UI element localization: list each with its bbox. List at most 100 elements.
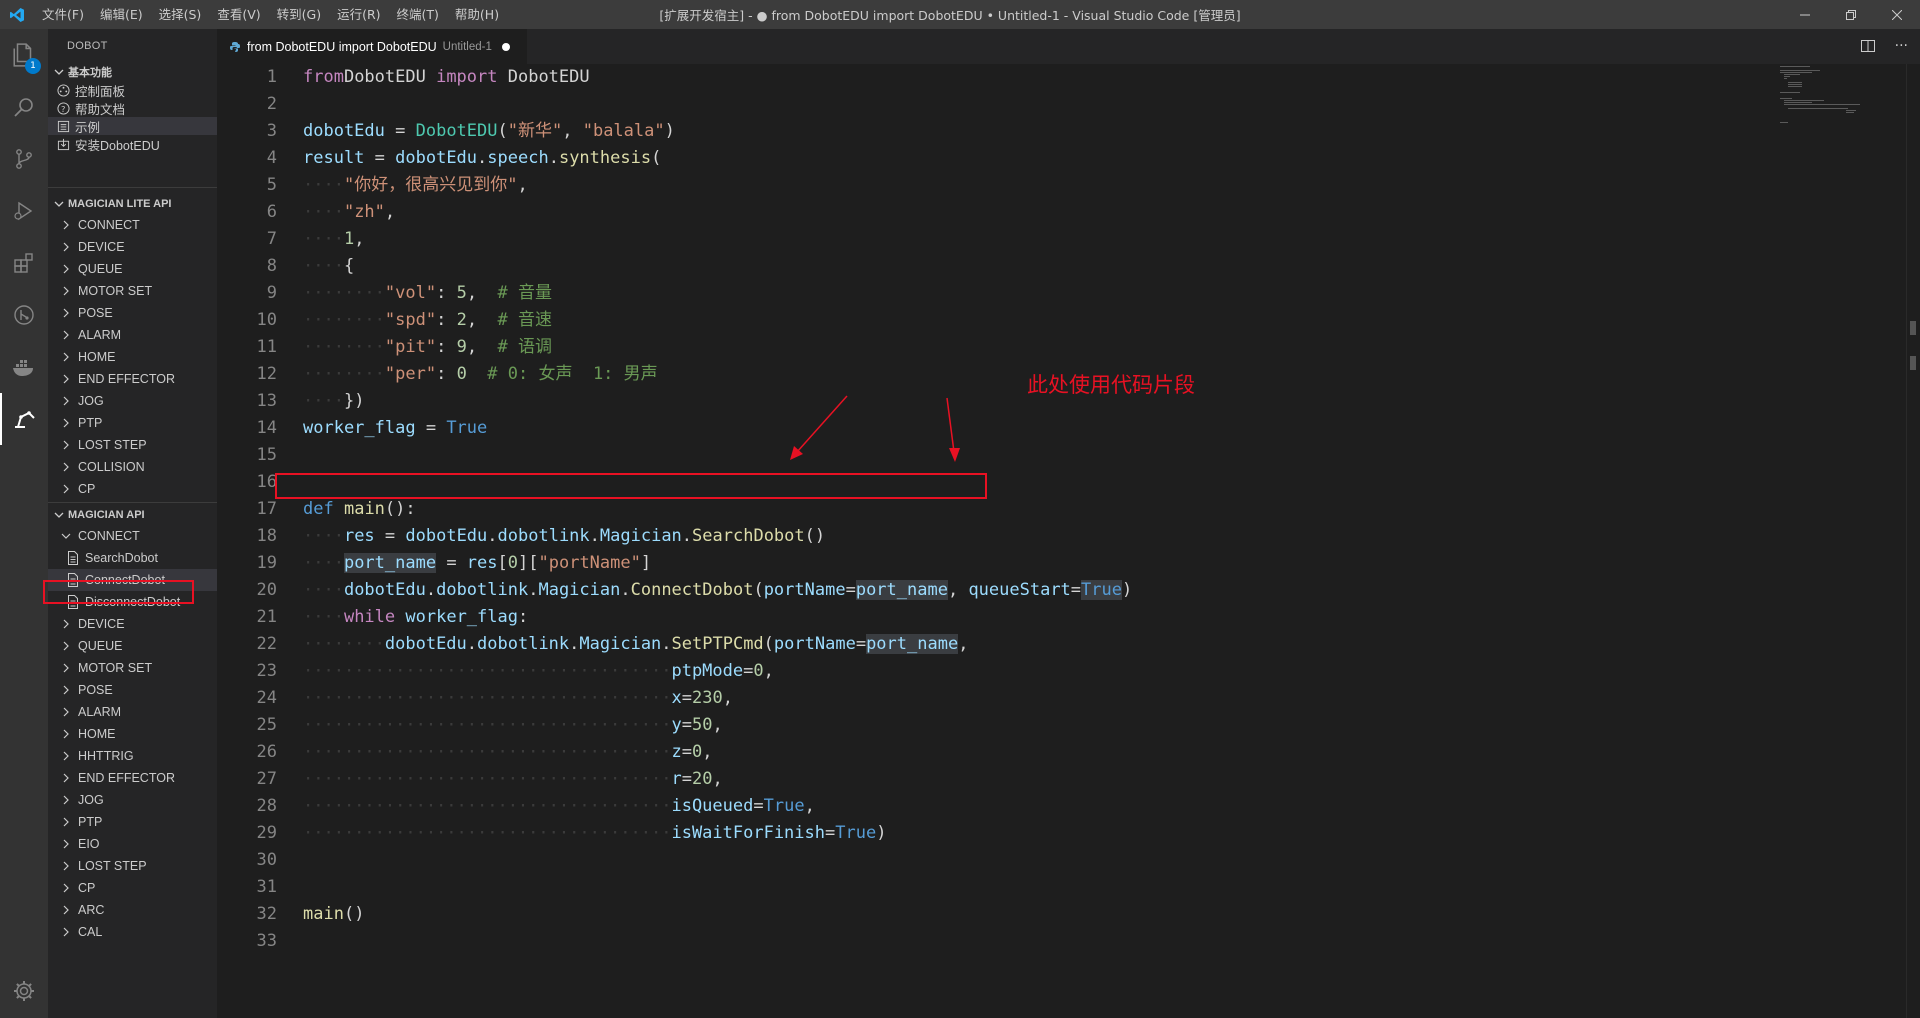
menu-item[interactable]: 选择(S) bbox=[151, 0, 210, 29]
vertical-scrollbar[interactable] bbox=[1906, 64, 1920, 1018]
code-line[interactable]: ····································isQu… bbox=[303, 793, 1780, 820]
menu-item[interactable]: 文件(F) bbox=[34, 0, 92, 29]
code-token: ···································· bbox=[303, 742, 672, 762]
magician-api-item[interactable]: ARC bbox=[48, 899, 217, 921]
code-token: : bbox=[517, 607, 529, 627]
more-actions-icon[interactable]: ··· bbox=[1895, 38, 1908, 54]
code-line[interactable]: ····································x=23… bbox=[303, 685, 1780, 712]
menu-item[interactable]: 帮助(H) bbox=[447, 0, 507, 29]
split-editor-icon[interactable] bbox=[1860, 38, 1876, 58]
basic-item[interactable]: 示例 bbox=[48, 117, 217, 135]
magician-api-item[interactable]: CAL bbox=[48, 921, 217, 943]
basic-item[interactable]: ? 帮助文档 bbox=[48, 99, 217, 117]
lite-api-item[interactable]: DEVICE bbox=[48, 236, 217, 258]
magician-api-item[interactable]: END EFFECTOR bbox=[48, 767, 217, 789]
line-number: 32 bbox=[256, 904, 277, 924]
editor-tab[interactable]: from DobotEDU import DobotEDU Untitled-1 bbox=[217, 29, 527, 64]
lite-api-item[interactable]: CP bbox=[48, 478, 217, 500]
basic-item[interactable]: 控制面板 bbox=[48, 81, 217, 99]
section-header-basic[interactable]: 基本功能 bbox=[48, 63, 217, 81]
section-header-magician-api[interactable]: MAGICIAN API bbox=[48, 505, 217, 525]
magician-api-item[interactable]: DEVICE bbox=[48, 613, 217, 635]
close-button[interactable] bbox=[1874, 0, 1920, 29]
search-icon[interactable] bbox=[0, 81, 48, 133]
lite-api-item[interactable]: JOG bbox=[48, 390, 217, 412]
section-header-magician-lite-api[interactable]: MAGICIAN LITE API bbox=[48, 194, 217, 214]
magician-api-item[interactable]: EIO bbox=[48, 833, 217, 855]
tree-item-label: LOST STEP bbox=[78, 859, 147, 873]
restore-button[interactable] bbox=[1828, 0, 1874, 29]
code-line[interactable]: ····································ptpM… bbox=[303, 658, 1780, 685]
magician-api-item[interactable]: JOG bbox=[48, 789, 217, 811]
minimize-button[interactable] bbox=[1782, 0, 1828, 29]
lite-api-item[interactable]: COLLISION bbox=[48, 456, 217, 478]
line-number: 31 bbox=[256, 877, 277, 897]
magician-api-item[interactable]: POSE bbox=[48, 679, 217, 701]
snippet-item[interactable]: SearchDobot bbox=[48, 547, 217, 569]
menu-item[interactable]: 编辑(E) bbox=[92, 0, 151, 29]
magician-api-item[interactable]: HOME bbox=[48, 723, 217, 745]
tab-filename: Untitled-1 bbox=[442, 40, 492, 53]
code-line[interactable]: ····································r=20… bbox=[303, 766, 1780, 793]
lite-api-item[interactable]: POSE bbox=[48, 302, 217, 324]
minimap[interactable] bbox=[1780, 64, 1900, 264]
list-icon bbox=[56, 119, 70, 133]
code-line[interactable]: ····································z=0, bbox=[303, 739, 1780, 766]
code-line[interactable]: ····while worker_flag: bbox=[303, 604, 1780, 631]
lite-api-item[interactable]: ALARM bbox=[48, 324, 217, 346]
code-token: ···································· bbox=[303, 715, 672, 735]
lite-api-item[interactable]: HOME bbox=[48, 346, 217, 368]
line-number: 26 bbox=[256, 742, 277, 762]
magician-api-item[interactable]: ALARM bbox=[48, 701, 217, 723]
code-line[interactable] bbox=[303, 874, 1780, 901]
source-control-icon[interactable] bbox=[0, 133, 48, 185]
code-token: = bbox=[825, 823, 836, 843]
magician-api-item[interactable]: QUEUE bbox=[48, 635, 217, 657]
chevron-right-icon bbox=[60, 242, 72, 252]
menu-item[interactable]: 终端(T) bbox=[389, 0, 447, 29]
magician-api-item[interactable]: MOTOR SET bbox=[48, 657, 217, 679]
docker-icon[interactable] bbox=[0, 341, 48, 393]
lite-api-item[interactable]: CONNECT bbox=[48, 214, 217, 236]
magician-api-item[interactable]: PTP bbox=[48, 811, 217, 833]
code-token: . bbox=[425, 580, 437, 600]
chevron-right-icon bbox=[60, 729, 72, 739]
git-graph-icon[interactable] bbox=[0, 289, 48, 341]
settings-gear-icon[interactable] bbox=[0, 965, 48, 1017]
tree-item-label: HOME bbox=[78, 350, 116, 364]
basic-item[interactable]: 安装DobotEDU bbox=[48, 135, 217, 153]
lite-api-item[interactable]: LOST STEP bbox=[48, 434, 217, 456]
magician-api-item-connect[interactable]: CONNECT bbox=[48, 525, 217, 547]
lite-api-item[interactable]: MOTOR SET bbox=[48, 280, 217, 302]
files-icon[interactable]: 1 bbox=[0, 29, 48, 81]
chevron-right-icon bbox=[60, 484, 72, 494]
code-line[interactable]: ········dobotEdu.dobotlink.Magician.SetP… bbox=[303, 631, 1780, 658]
run-debug-icon[interactable] bbox=[0, 185, 48, 237]
lite-api-item[interactable]: PTP bbox=[48, 412, 217, 434]
tree-item-label: END EFFECTOR bbox=[78, 771, 175, 785]
menu-item[interactable]: 转到(G) bbox=[269, 0, 329, 29]
line-number: 22 bbox=[256, 634, 277, 654]
lite-api-item[interactable]: END EFFECTOR bbox=[48, 368, 217, 390]
code-line[interactable] bbox=[303, 928, 1780, 955]
dobot-arm-icon[interactable] bbox=[0, 393, 48, 445]
magician-api-item[interactable]: CP bbox=[48, 877, 217, 899]
extensions-icon[interactable] bbox=[0, 237, 48, 289]
unsaved-dot-icon[interactable] bbox=[501, 42, 510, 51]
tree-item-label: QUEUE bbox=[78, 639, 123, 653]
code-token: 20 bbox=[691, 769, 713, 789]
magician-api-item[interactable]: HHTTRIG bbox=[48, 745, 217, 767]
code-line[interactable]: main() bbox=[303, 901, 1780, 928]
menu-item[interactable]: 查看(V) bbox=[209, 0, 268, 29]
code-token: main bbox=[303, 904, 344, 924]
lite-api-item[interactable]: QUEUE bbox=[48, 258, 217, 280]
code-line[interactable]: ····································y=50… bbox=[303, 712, 1780, 739]
code-line[interactable]: ····································isWa… bbox=[303, 820, 1780, 847]
menu-item[interactable]: 运行(R) bbox=[329, 0, 388, 29]
code-line[interactable]: ····dobotEdu.dobotlink.Magician.ConnectD… bbox=[303, 577, 1780, 604]
code-line[interactable] bbox=[303, 847, 1780, 874]
magician-api-item[interactable]: LOST STEP bbox=[48, 855, 217, 877]
tree-item-label: CONNECT bbox=[78, 218, 140, 232]
chevron-right-icon bbox=[60, 220, 72, 230]
code-editor[interactable]: 1 2 3 4 5 6 7 8 9 10 11 12 13 14 15 16 17 18 19 20 21 22 23 24 2… bbox=[217, 64, 1920, 1018]
